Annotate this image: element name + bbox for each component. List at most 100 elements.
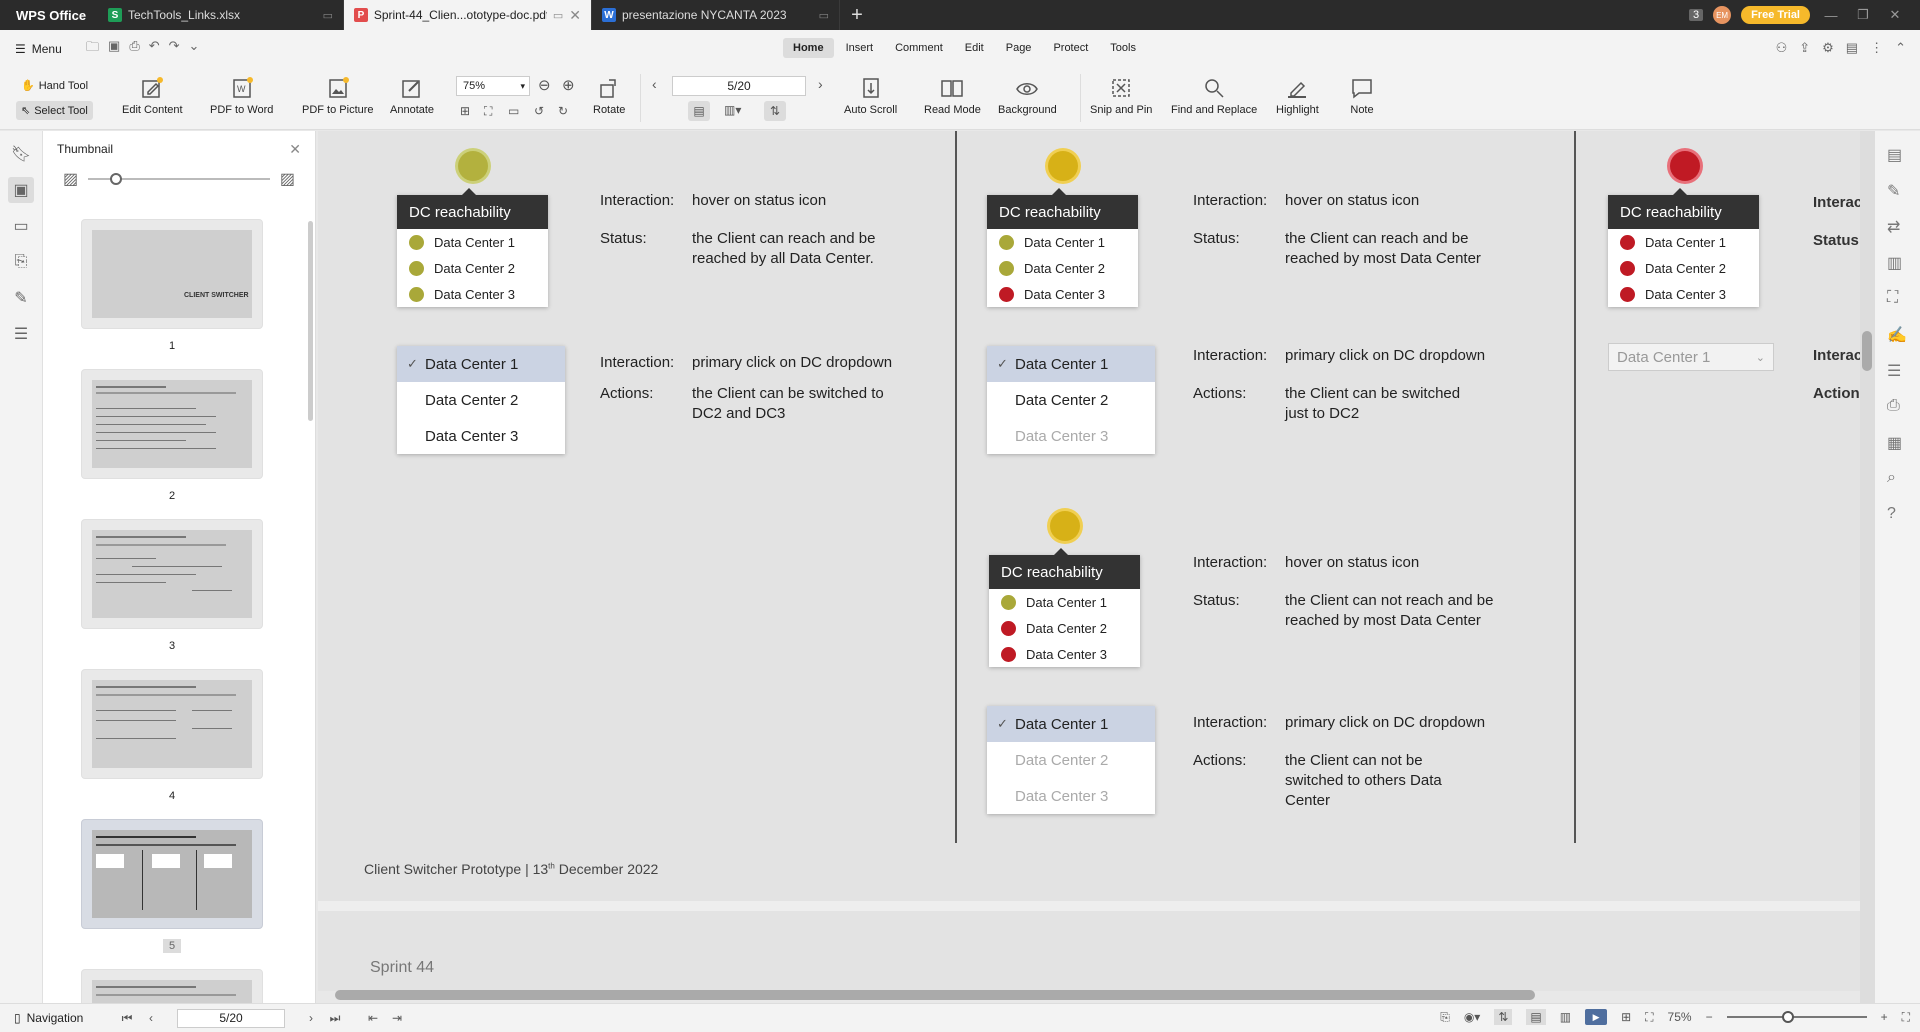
avatar[interactable]: EM [1713,6,1732,24]
back-view-icon[interactable]: ⇤ [361,1011,385,1025]
tab-home[interactable]: Home [783,38,834,58]
eye-care-icon[interactable]: ◉▾ [1464,1010,1481,1024]
document-view[interactable]: DC reachability Data Center 1 Data Cente… [318,131,1860,991]
close-window-icon[interactable]: ✕ [1884,7,1906,23]
window-count-badge[interactable]: 3 [1688,9,1704,21]
layout-icon[interactable]: ▦ [1887,433,1909,455]
save-icon[interactable]: ▣ [108,38,120,60]
tab-tools[interactable]: Tools [1100,38,1146,58]
page-number-input[interactable]: 5/20 [672,76,806,96]
monitor-icon[interactable]: ▭ [819,9,829,22]
snip-and-pin-button[interactable]: Snip and Pin [1090,76,1152,116]
bookmark-icon[interactable]: 🔖︎ [8,141,34,167]
edit-doc-icon[interactable]: ✎ [1887,181,1909,203]
first-page-icon[interactable]: ⏮ [115,1011,139,1026]
document-info-icon[interactable]: ▤ [1887,145,1909,167]
share-user-icon[interactable]: ⚇ [1776,40,1788,56]
fit-window-icon[interactable]: ⛶ [1645,1010,1653,1025]
thumbnail-size-slider[interactable]: ▨ ▨ [43,167,315,191]
thumbnail-icon[interactable]: ▣ [8,177,34,203]
dropdown-option[interactable]: Data Center 2 [397,382,565,418]
next-page-icon[interactable]: › [818,76,823,92]
thumbnail-page-2[interactable]: 2 [81,369,263,504]
tab-edit[interactable]: Edit [955,38,994,58]
new-tab-icon[interactable]: + [840,4,874,27]
list-icon[interactable]: ☰ [1887,361,1909,383]
status-page-input[interactable]: 5/20 [177,1008,285,1028]
convert-icon[interactable]: ⇄ [1887,217,1909,239]
highlight-button[interactable]: Highlight [1276,76,1319,116]
continuous-view-icon[interactable]: ⇅ [1494,1009,1513,1025]
tab-page[interactable]: Page [996,38,1042,58]
tab-insert[interactable]: Insert [836,38,884,58]
fit-page-icon[interactable]: ⛶ [484,104,492,119]
dual-page-view-icon[interactable]: ▥ [1560,1010,1571,1024]
single-page-view-icon[interactable]: ▤ [1526,1009,1546,1025]
pdf-to-word-button[interactable]: W PDF to Word [210,76,273,116]
status-indicator-yellow[interactable] [1050,511,1080,541]
attachment-icon[interactable]: ⎘ [8,249,34,275]
export-icon[interactable]: ⎘ [1440,1010,1450,1025]
status-indicator-green[interactable] [458,151,488,181]
upload-icon[interactable]: ⇪ [1799,40,1810,56]
more-icon[interactable]: ⋮ [1870,40,1883,56]
continuous-scroll-icon[interactable]: ⇅ [764,101,786,121]
note-button[interactable]: Note [1350,76,1374,116]
rotate-right-icon[interactable]: ↻ [558,104,568,118]
close-icon[interactable]: ✕ [289,141,301,158]
help-icon[interactable]: ? [1887,505,1909,527]
previous-page-icon[interactable]: ‹ [652,76,657,92]
comment-icon[interactable]: ▭ [8,213,34,239]
thumbnail-page-1[interactable]: CLIENT SWITCHER 1 [81,219,263,354]
slider-knob[interactable] [110,173,123,185]
dropdown-option[interactable]: ✓ Data Center 1 [397,346,565,382]
tab-xlsx[interactable]: S TechTools_Links.xlsx ▭ [98,0,344,30]
two-page-icon[interactable]: ▥▾ [724,103,741,117]
single-page-icon[interactable]: ▤ [688,101,710,121]
actual-size-icon[interactable]: ⊞ [460,104,470,118]
tab-pdf[interactable]: P Sprint-44_Clien...ototype-doc.pdf ▭ ✕ [344,0,592,30]
compare-icon[interactable]: ▥ [1887,253,1909,275]
zoom-in-icon[interactable]: + [1881,1010,1888,1024]
free-trial-button[interactable]: Free Trial [1741,6,1810,24]
thumbnail-page-4[interactable]: 4 [81,669,263,804]
dropdown-option[interactable]: ✓ Data Center 1 [987,706,1155,742]
undo-icon[interactable]: ↶ [149,38,160,60]
hand-tool-button[interactable]: ✋ Hand Tool [16,76,93,95]
dropdown-option[interactable]: ✓ Data Center 1 [987,346,1155,382]
restore-icon[interactable]: ❐ [1852,7,1874,23]
menu-button[interactable]: ☰ Menu [0,42,78,56]
actual-size-icon[interactable]: ⊞ [1621,1010,1631,1024]
tab-protect[interactable]: Protect [1043,38,1098,58]
thumbnail-scrollbar[interactable] [308,221,313,421]
horizontal-scrollbar[interactable] [335,990,1535,1000]
signature-icon[interactable]: ✎ [8,285,34,311]
zoom-out-icon[interactable]: ⊖ [538,76,551,94]
find-and-replace-button[interactable]: Find and Replace [1171,76,1257,116]
crop-icon[interactable]: ⛶ [1887,289,1909,311]
rotate-button[interactable]: Rotate [593,76,625,116]
tab-docx[interactable]: W presentazione NYCANTA 2023 ▭ [592,0,840,30]
thumbnail-page-5[interactable]: 5 [81,819,263,954]
dropdown-option[interactable]: Data Center 2 [987,382,1155,418]
select-tool-button[interactable]: ⇖ Select Tool [16,101,93,120]
zoom-select[interactable]: 75% ▾ [456,76,530,96]
customize-dropdown-icon[interactable]: ⌄ [189,38,200,60]
read-mode-button[interactable]: Read Mode [924,76,981,116]
print-icon[interactable]: ⎙ [129,38,139,60]
auto-scroll-button[interactable]: Auto Scroll [844,76,897,116]
collapse-ribbon-icon[interactable]: ⌃ [1895,40,1906,56]
vertical-scrollbar[interactable] [1860,131,1874,1003]
play-icon[interactable]: ▶ [1585,1009,1608,1025]
prev-page-icon[interactable]: ‹ [139,1011,163,1025]
rotate-left-icon[interactable]: ↺ [534,104,544,118]
settings-icon[interactable]: ⚙ [1822,40,1834,56]
tab-comment[interactable]: Comment [885,38,953,58]
sign-icon[interactable]: ✍ [1887,325,1909,347]
redo-icon[interactable]: ↷ [169,38,180,60]
thumbnail-page-3[interactable]: 3 [81,519,263,654]
status-indicator-red[interactable] [1670,151,1700,181]
zoom-in-icon[interactable]: ⊕ [562,76,575,94]
feedback-icon[interactable]: ▤ [1846,40,1858,56]
open-folder-icon[interactable]: 🗀 [86,38,99,60]
